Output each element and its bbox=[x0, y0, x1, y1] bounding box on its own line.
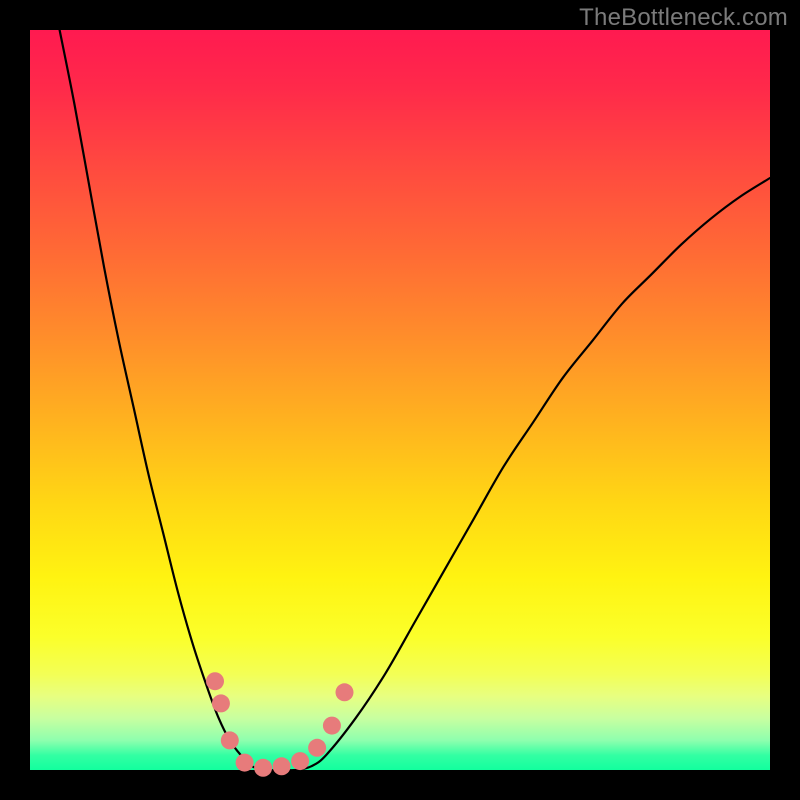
highlight-markers bbox=[206, 672, 354, 777]
highlight-marker bbox=[221, 731, 239, 749]
watermark-text: TheBottleneck.com bbox=[579, 4, 788, 32]
plot-area bbox=[30, 30, 770, 770]
highlight-marker bbox=[236, 754, 254, 772]
highlight-marker bbox=[336, 683, 354, 701]
highlight-marker bbox=[273, 757, 291, 775]
bottleneck-curve bbox=[60, 30, 770, 770]
highlight-marker bbox=[206, 672, 224, 690]
highlight-marker bbox=[323, 717, 341, 735]
bottleneck-curve-path bbox=[60, 30, 770, 770]
highlight-marker bbox=[291, 752, 309, 770]
highlight-marker bbox=[308, 739, 326, 757]
curve-layer bbox=[30, 30, 770, 770]
chart-frame: TheBottleneck.com bbox=[0, 0, 800, 800]
highlight-marker bbox=[212, 694, 230, 712]
highlight-marker bbox=[254, 759, 272, 777]
